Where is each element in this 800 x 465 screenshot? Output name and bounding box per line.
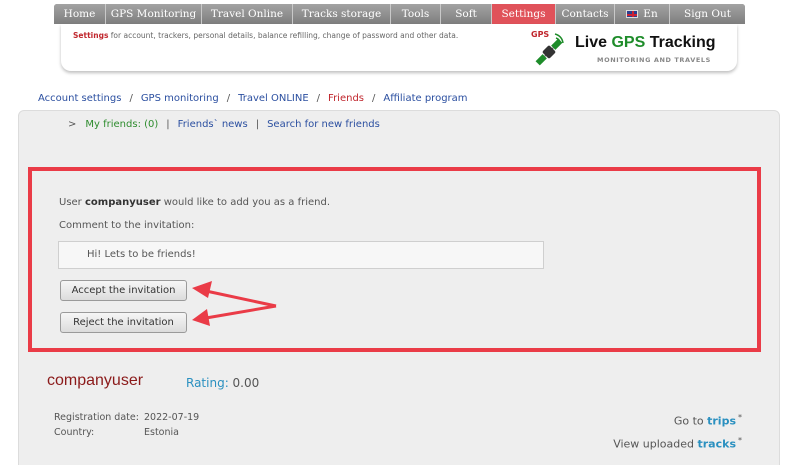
- nav-settings[interactable]: Settings: [492, 4, 556, 24]
- country: Country: Estonia: [54, 427, 179, 438]
- nav-travel-online[interactable]: Travel Online: [202, 4, 293, 24]
- subnav-separator: |: [255, 119, 260, 130]
- crumb-separator: /: [372, 93, 376, 104]
- invitation-message: User companyuser would like to add you a…: [59, 197, 330, 208]
- crumb-affiliate-program[interactable]: Affiliate program: [383, 93, 467, 104]
- registration-date: Registration date: 2022-07-19: [54, 412, 200, 423]
- subnav-search-friends[interactable]: Search for new friends: [267, 119, 380, 130]
- profile-username: companyuser: [47, 372, 144, 389]
- accept-invitation-button[interactable]: Accept the invitation: [60, 280, 187, 301]
- nav-soft[interactable]: Soft: [441, 4, 492, 24]
- view-uploaded-tracks: View uploaded tracks *: [613, 436, 742, 451]
- nav-tools[interactable]: Tools: [391, 4, 441, 24]
- gps-satellite-icon: GPS: [531, 30, 564, 66]
- top-nav: Home GPS Monitoring Travel Online Tracks…: [54, 4, 745, 24]
- uk-flag-icon: [626, 10, 639, 18]
- nav-language[interactable]: En: [615, 4, 670, 24]
- nav-tracks-storage[interactable]: Tracks storage: [293, 4, 391, 24]
- nav-sign-out[interactable]: Sign Out: [670, 4, 745, 24]
- breadcrumb: Account settings / GPS monitoring / Travel O…: [38, 93, 468, 104]
- comment-label: Comment to the invitation:: [59, 220, 195, 231]
- friends-subnav: > My friends: (0) | Friends` news | Search fo…: [68, 119, 380, 130]
- tracks-link[interactable]: tracks: [698, 438, 737, 451]
- svg-text:GPS: GPS: [531, 30, 549, 39]
- subnav-friends-news[interactable]: Friends` news: [178, 119, 248, 130]
- invitation-box: User companyuser would like to add you a…: [28, 167, 761, 352]
- nav-gps-monitoring[interactable]: GPS Monitoring: [106, 4, 202, 24]
- logo-subtitle: MONITORING AND TRAVELS: [597, 56, 711, 64]
- comment-text: Hi! Lets to be friends!: [58, 241, 544, 269]
- subnav-my-friends[interactable]: My friends: (0): [85, 119, 158, 130]
- crumb-friends[interactable]: Friends: [328, 93, 364, 104]
- header-description: Settings for account, trackers, personal…: [73, 31, 459, 40]
- crumb-separator: /: [226, 93, 231, 104]
- invitation-user: companyuser: [84, 197, 161, 208]
- go-to-trips: Go to trips *: [673, 413, 742, 428]
- crumb-travel-online[interactable]: Travel ONLINE: [238, 93, 309, 104]
- crumb-gps-monitoring[interactable]: GPS monitoring: [141, 93, 219, 104]
- subnav-separator: |: [166, 119, 170, 130]
- reject-invitation-button[interactable]: Reject the invitation: [60, 312, 187, 333]
- crumb-account-settings[interactable]: Account settings: [38, 93, 121, 104]
- logo-title: Live GPS Tracking: [575, 34, 716, 51]
- nav-contacts[interactable]: Contacts: [556, 4, 615, 24]
- header-card: Settings for account, trackers, personal…: [61, 24, 737, 71]
- crumb-separator: /: [316, 93, 321, 104]
- trips-link[interactable]: trips: [707, 415, 736, 428]
- nav-home[interactable]: Home: [54, 4, 106, 24]
- crumb-separator: /: [129, 93, 133, 104]
- site-logo[interactable]: GPS Live GPS Tracking MONITORING AND TRA…: [529, 28, 729, 68]
- profile-rating: Rating: 0.00: [186, 376, 260, 390]
- subnav-marker: >: [68, 119, 77, 130]
